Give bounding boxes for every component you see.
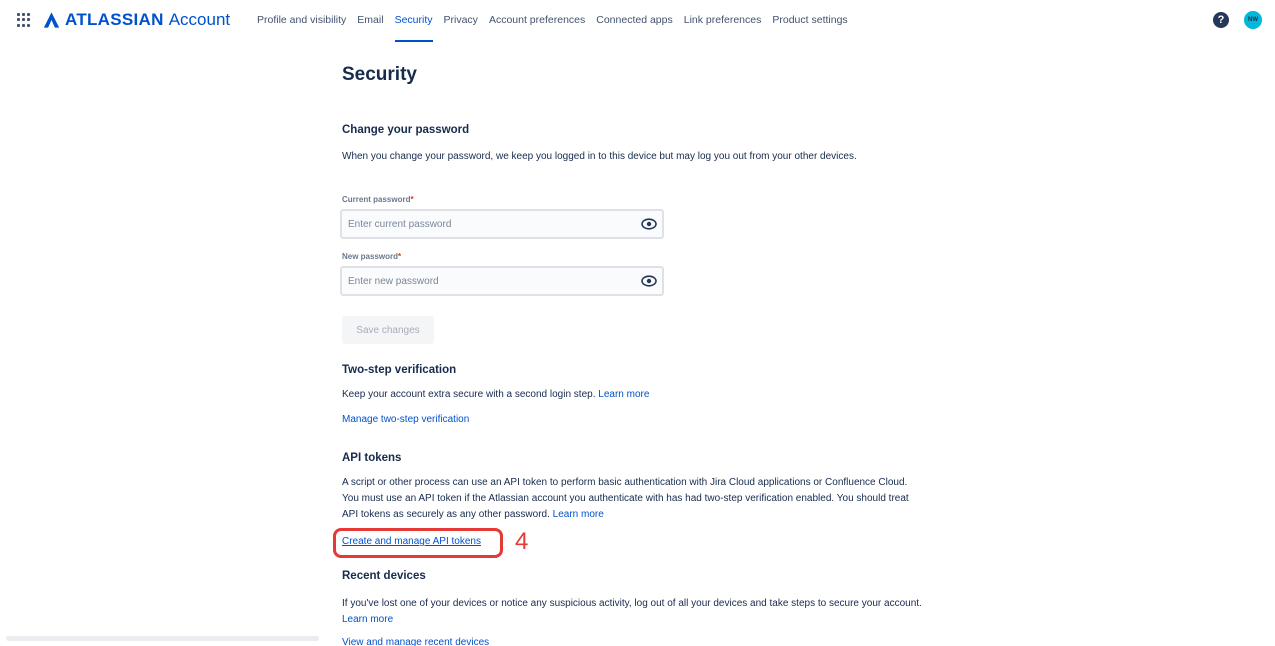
required-marker: * (410, 195, 414, 204)
api-tokens-heading: API tokens (342, 452, 402, 464)
show-password-icon[interactable] (641, 218, 657, 230)
tab-account-preferences[interactable]: Account preferences (489, 0, 585, 42)
recent-devices-description-text: If you've lost one of your devices or no… (342, 598, 922, 609)
current-password-input[interactable] (340, 209, 664, 239)
current-password-label: Current password* (342, 195, 414, 204)
two-step-learn-more-link[interactable]: Learn more (598, 389, 649, 400)
horizontal-scrollbar[interactable] (6, 636, 319, 641)
account-tabs: Profile and visibility Email Security Pr… (257, 0, 859, 42)
new-password-label: New password* (342, 252, 401, 261)
recent-devices-heading: Recent devices (342, 570, 426, 582)
save-changes-button[interactable]: Save changes (342, 316, 434, 344)
page-title: Security (342, 64, 417, 85)
logo-brand-text: ATLASSIAN (65, 10, 164, 29)
annotation-step-number: 4 (515, 528, 529, 555)
tab-product-settings[interactable]: Product settings (772, 0, 847, 42)
manage-two-step-link[interactable]: Manage two-step verification (342, 414, 469, 425)
two-step-description-text: Keep your account extra secure with a se… (342, 389, 596, 400)
two-step-description: Keep your account extra secure with a se… (342, 387, 912, 403)
atlassian-logo-icon (43, 12, 60, 28)
help-icon[interactable]: ? (1213, 12, 1229, 28)
recent-devices-description: If you've lost one of your devices or no… (342, 596, 922, 628)
tab-link-preferences[interactable]: Link preferences (684, 0, 762, 42)
tab-security[interactable]: Security (394, 0, 433, 42)
tab-privacy[interactable]: Privacy (444, 0, 478, 42)
tab-email[interactable]: Email (357, 0, 383, 42)
required-marker: * (398, 252, 402, 261)
new-password-label-text: New password (342, 252, 399, 261)
current-password-label-text: Current password (342, 195, 411, 204)
new-password-input[interactable] (340, 266, 664, 296)
top-navigation: ATLASSIAN Account Profile and visibility… (0, 0, 1275, 42)
tab-profile-and-visibility[interactable]: Profile and visibility (257, 0, 346, 42)
atlassian-logo[interactable]: ATLASSIAN Account (43, 10, 230, 30)
api-tokens-learn-more-link[interactable]: Learn more (553, 509, 604, 520)
show-password-icon[interactable] (641, 275, 657, 287)
annotation-highlight-box (333, 528, 503, 558)
app-switcher-icon[interactable] (17, 13, 31, 27)
two-step-heading: Two-step verification (342, 364, 457, 376)
change-password-heading: Change your password (342, 124, 470, 136)
logo-product-text: Account (168, 10, 231, 29)
api-tokens-description: A script or other process can use an API… (342, 475, 922, 523)
view-recent-devices-link[interactable]: View and manage recent devices (342, 637, 489, 646)
avatar[interactable]: NW (1244, 11, 1262, 29)
recent-devices-learn-more-link[interactable]: Learn more (342, 614, 393, 625)
api-tokens-description-text: A script or other process can use an API… (342, 477, 909, 520)
tab-connected-apps[interactable]: Connected apps (596, 0, 672, 42)
change-password-description: When you change your password, we keep y… (342, 151, 857, 162)
